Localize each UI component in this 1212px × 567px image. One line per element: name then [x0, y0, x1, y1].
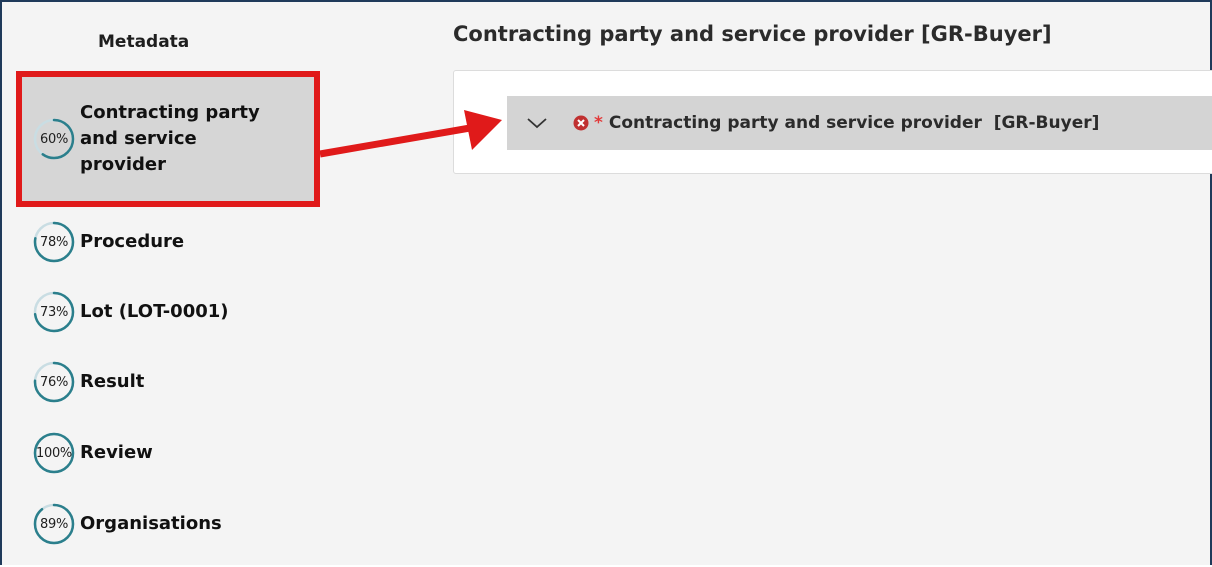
annotation-arrow [319, 110, 502, 158]
app-window: Metadata 60% Contracting party and servi… [0, 0, 1212, 565]
